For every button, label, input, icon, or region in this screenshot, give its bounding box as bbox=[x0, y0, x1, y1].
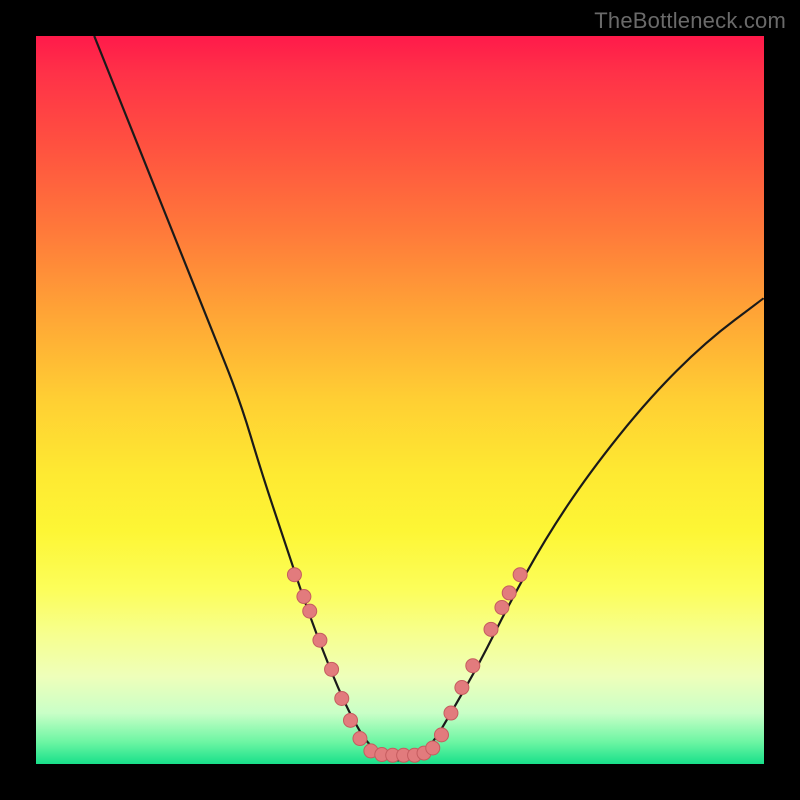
curve-marker bbox=[495, 600, 509, 614]
curve-marker bbox=[297, 590, 311, 604]
curve-marker bbox=[353, 732, 367, 746]
plot-area bbox=[36, 36, 764, 764]
curve-marker bbox=[303, 604, 317, 618]
curve-marker bbox=[513, 568, 527, 582]
chart-container: TheBottleneck.com bbox=[0, 0, 800, 800]
curve-marker bbox=[335, 691, 349, 705]
curve-marker bbox=[466, 659, 480, 673]
curve-marker bbox=[344, 713, 358, 727]
curve-marker bbox=[502, 586, 516, 600]
curve-marker bbox=[435, 728, 449, 742]
curve-marker bbox=[325, 662, 339, 676]
watermark-text: TheBottleneck.com bbox=[594, 8, 786, 34]
marker-group bbox=[287, 568, 527, 763]
curve-layer bbox=[36, 36, 764, 764]
curve-marker bbox=[484, 622, 498, 636]
curve-marker bbox=[444, 706, 458, 720]
curve-marker bbox=[426, 741, 440, 755]
curve-marker bbox=[287, 568, 301, 582]
bottleneck-curve bbox=[94, 36, 764, 760]
curve-marker bbox=[313, 633, 327, 647]
curve-marker bbox=[455, 681, 469, 695]
